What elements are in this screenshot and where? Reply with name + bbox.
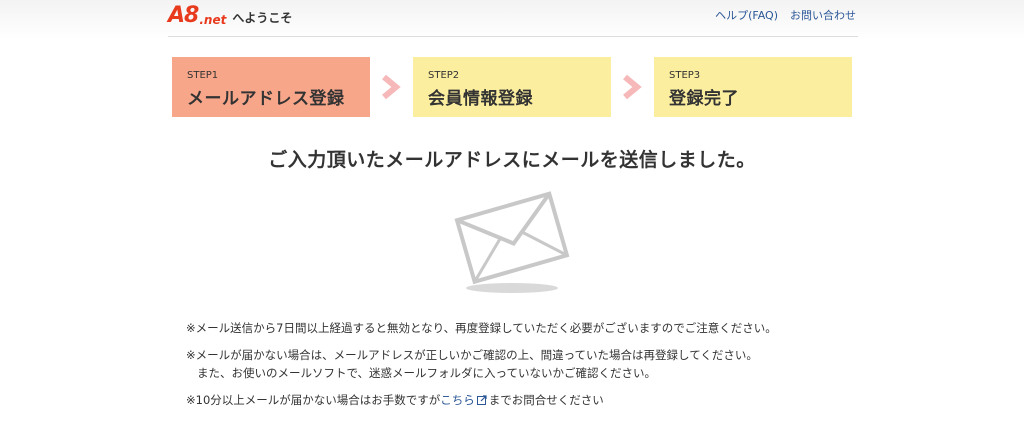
- step-2-member-info: STEP2 会員情報登録: [413, 57, 611, 117]
- a8net-logo[interactable]: A8 .net へようこそ: [168, 1, 293, 28]
- page-headline: ご入力頂いたメールアドレスにメールを送信しました。: [268, 149, 756, 171]
- logo-a8-text: A8: [168, 3, 199, 28]
- note-expiry: ※メール送信から7日間以上経過すると無効となり、再度登録していただく必要がござい…: [186, 321, 777, 335]
- registration-steps: STEP1 メールアドレス登録 STEP2 会員情報登録 STEP3 登録完了: [172, 57, 854, 117]
- contact-link[interactable]: お問い合わせ: [790, 7, 856, 23]
- step-arrow-icon: [382, 74, 401, 100]
- note-not-received: ※メールが届かない場合は、メールアドレスが正しいかご確認の上、間違っていた場合は…: [186, 348, 758, 362]
- notes-section: ※メール送信から7日間以上経過すると無効となり、再度登録していただく必要がござい…: [186, 319, 866, 418]
- step-label: STEP2: [428, 70, 460, 81]
- step-3-complete: STEP3 登録完了: [654, 57, 852, 117]
- step-label: STEP3: [669, 70, 701, 81]
- external-link-icon: [476, 395, 487, 405]
- welcome-text: へようこそ: [232, 11, 293, 25]
- help-faq-link[interactable]: ヘルプ(FAQ): [715, 7, 778, 23]
- site-header: A8 .net へようこそ ヘルプ(FAQ) お問い合わせ: [168, 0, 858, 37]
- contact-here-link[interactable]: こちら: [440, 393, 475, 407]
- note-spam-folder: また、お使いのメールソフトで、迷惑メールフォルダに入っていないかご確認ください。: [197, 366, 656, 380]
- step-name: 登録完了: [669, 89, 739, 109]
- note-contact-text: ※10分以上メールが届かない場合はお手数ですが: [186, 393, 441, 407]
- step-name: 会員情報登録: [428, 89, 533, 109]
- step-1-email-registration: STEP1 メールアドレス登録: [172, 57, 370, 117]
- step-arrow-icon: [623, 74, 642, 100]
- step-label: STEP1: [187, 70, 219, 81]
- logo-net-text: .net: [199, 13, 227, 27]
- header-links: ヘルプ(FAQ) お問い合わせ: [715, 7, 856, 23]
- note-contact-tail: までお問合せください: [488, 393, 604, 407]
- step-name: メールアドレス登録: [187, 89, 345, 109]
- envelope-icon: [454, 191, 570, 293]
- note-contact: ※10分以上メールが届かない場合はお手数ですがこちら までお問合せください: [186, 391, 866, 409]
